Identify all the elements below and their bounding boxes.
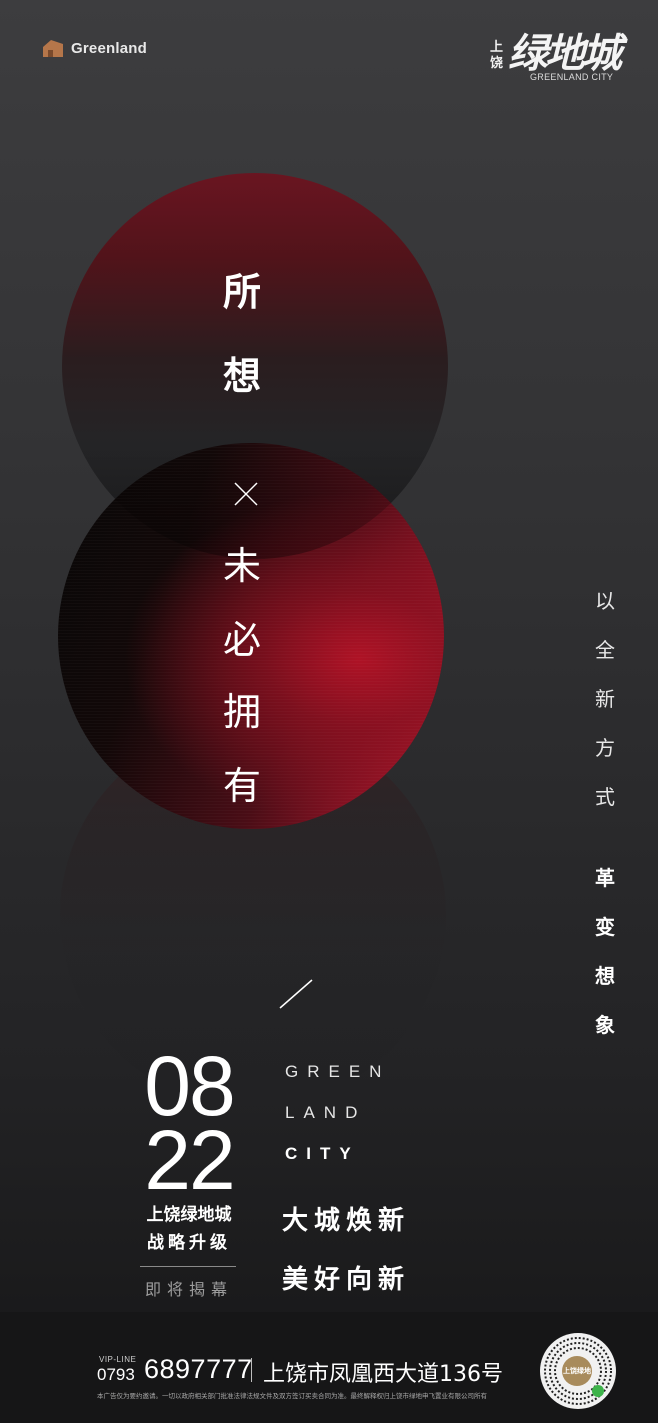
wechat-mini-icon <box>592 1385 604 1397</box>
hero-char-3: 未 <box>222 544 261 588</box>
house-logo-icon <box>43 40 63 57</box>
greenland-logo-text: Greenland <box>71 39 147 57</box>
hero-char-5: 拥 <box>222 690 261 734</box>
side-copy-char: 以 <box>595 589 615 613</box>
brand-line-city: CITY <box>285 1144 360 1163</box>
event-subtitle: 战略升级 <box>147 1233 231 1253</box>
event-divider <box>140 1266 236 1267</box>
side-copy-char: 新 <box>595 687 615 711</box>
qr-center-logo: 上饶绿地 <box>562 1356 592 1386</box>
area-code: 0793 <box>97 1365 135 1384</box>
slogan-1: 大城焕新 <box>282 1206 411 1236</box>
project-logo-name: 绿地城 <box>508 30 622 77</box>
phone-number[interactable]: 6897777 <box>144 1354 253 1385</box>
vip-line-label: VIP-LINE <box>99 1355 137 1364</box>
address: 上饶市凤凰西大道136号 <box>263 1362 503 1387</box>
hero-char-6: 有 <box>222 764 261 808</box>
slash-divider-icon <box>279 979 313 1009</box>
event-month: 08 <box>144 1039 235 1133</box>
slogan-2: 美好向新 <box>282 1265 411 1295</box>
project-logo-subtitle: GREENLAND CITY <box>530 72 614 82</box>
hero-char-2: 想 <box>222 354 261 398</box>
side-copy-char: 式 <box>595 785 615 809</box>
side-copy-bold-char: 革 <box>595 866 615 890</box>
hero-char-1: 所 <box>222 270 261 314</box>
brand-line-land: LAND <box>285 1103 367 1122</box>
hero-char-4: 必 <box>222 618 261 662</box>
side-copy-char: 方 <box>595 736 615 760</box>
project-logo: 上饶 绿地城 GREENLAND CITY <box>490 30 630 86</box>
project-logo-city: 上饶 <box>490 40 504 71</box>
side-copy-bold-char: 变 <box>595 915 615 939</box>
event-status: 即将揭幕 <box>144 1280 233 1299</box>
event-day: 22 <box>144 1113 235 1207</box>
footer-separator <box>251 1358 252 1382</box>
side-copy-char: 全 <box>595 638 615 662</box>
legal-disclaimer: 本广告仅为要约邀请。一切以政府相关部门批准法律法规文件及双方签订买卖合同为准。最… <box>97 1392 487 1400</box>
brand-line-green: GREEN <box>285 1062 391 1081</box>
side-copy-bold-char: 想 <box>595 964 615 988</box>
qr-center-label: 上饶绿地 <box>563 1367 591 1375</box>
times-icon <box>234 482 258 506</box>
greenland-logo: Greenland <box>41 38 147 58</box>
side-copy-bold-char: 象 <box>595 1013 615 1037</box>
event-title: 上饶绿地城 <box>146 1205 232 1225</box>
